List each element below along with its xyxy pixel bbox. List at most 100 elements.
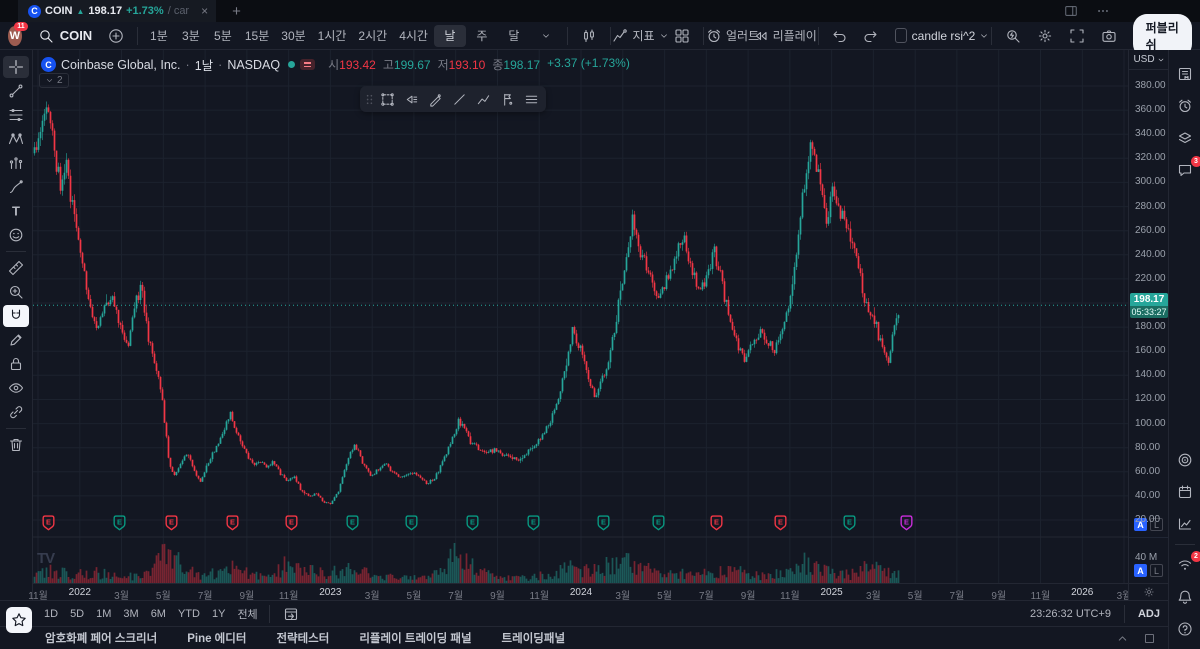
settings-button[interactable] bbox=[1029, 25, 1061, 47]
tool-crosshair[interactable] bbox=[3, 56, 29, 78]
fullscreen-button[interactable] bbox=[1061, 25, 1093, 47]
earnings-marker-icon[interactable]: E bbox=[165, 515, 178, 531]
tool-streams[interactable]: 2 bbox=[1172, 554, 1198, 576]
compare-add-button[interactable] bbox=[100, 25, 132, 47]
float-tool-marquee-select[interactable] bbox=[376, 88, 398, 110]
earnings-marker-icon[interactable]: E bbox=[42, 515, 55, 531]
layout-name-button[interactable]: candle rsi^2 bbox=[915, 25, 986, 47]
snapshot-button[interactable] bbox=[1093, 25, 1125, 47]
interval-button-10[interactable]: 주 bbox=[466, 25, 498, 47]
indicators-button[interactable]: 지표 bbox=[615, 25, 665, 47]
chevron-up-icon[interactable] bbox=[1116, 632, 1129, 645]
earnings-marker-icon[interactable]: E bbox=[774, 515, 787, 531]
clock-timezone[interactable]: 23:26:32 UTC+9 bbox=[1030, 608, 1111, 620]
log-scale-button[interactable]: L bbox=[1150, 564, 1163, 577]
time-axis[interactable]: 11월20223월5월7월9월11월20233월5월7월9월11월20243월5… bbox=[33, 583, 1128, 601]
range-button-1D[interactable]: 1D bbox=[38, 605, 64, 623]
range-button-1Y[interactable]: 1Y bbox=[206, 605, 231, 623]
earnings-marker-icon[interactable]: E bbox=[527, 515, 540, 531]
symbol-search-button[interactable]: COIN bbox=[30, 28, 101, 44]
tool-fib-retracement[interactable] bbox=[3, 104, 29, 126]
float-tool-flag-marker[interactable] bbox=[496, 88, 518, 110]
market-notice-icon[interactable] bbox=[300, 59, 315, 70]
float-tool-trend-segment[interactable] bbox=[448, 88, 470, 110]
interval-button-3[interactable]: 5분 bbox=[207, 25, 239, 47]
go-to-date-button[interactable] bbox=[275, 603, 307, 625]
float-tool-cursor-lines[interactable] bbox=[400, 88, 422, 110]
chart-pane[interactable]: C Coinbase Global, Inc. · 1날 · NASDAQ 시1… bbox=[33, 50, 1128, 583]
replay-button[interactable]: 리플레이 bbox=[757, 25, 813, 47]
footer-tab-3[interactable]: 전략테스터 bbox=[276, 630, 329, 646]
range-button-전체[interactable]: 전체 bbox=[231, 603, 263, 625]
float-tool-polyline[interactable] bbox=[472, 88, 494, 110]
interval-button-8[interactable]: 4시간 bbox=[393, 25, 434, 47]
interval-button-9[interactable]: 날 bbox=[434, 25, 466, 47]
legend-exchange[interactable]: NASDAQ bbox=[227, 58, 280, 72]
tool-scanner[interactable] bbox=[1172, 449, 1198, 471]
redo-button[interactable] bbox=[855, 25, 887, 47]
tool-layers[interactable] bbox=[1172, 127, 1198, 149]
tool-bell[interactable] bbox=[1172, 586, 1198, 608]
tool-trash[interactable] bbox=[3, 434, 29, 456]
indicator-templates-button[interactable] bbox=[666, 25, 698, 47]
legend-symbol-title[interactable]: Coinbase Global, Inc. bbox=[61, 58, 181, 72]
tool-object-link[interactable] bbox=[3, 401, 29, 423]
tool-xabcd-pattern[interactable] bbox=[3, 128, 29, 150]
float-tool-drag-handle[interactable] bbox=[364, 88, 374, 110]
tool-zoom-in[interactable] bbox=[3, 281, 29, 303]
earnings-marker-icon[interactable]: E bbox=[226, 515, 239, 531]
range-button-YTD[interactable]: YTD bbox=[172, 605, 206, 623]
interval-button-2[interactable]: 3분 bbox=[175, 25, 207, 47]
tool-forecast[interactable] bbox=[3, 152, 29, 174]
footer-tab-1[interactable]: 암호화폐 페어 스크리너 bbox=[45, 630, 157, 646]
price-axis[interactable]: USD 40 M 198.17 05:33:27 A L A L 380.003… bbox=[1128, 50, 1169, 583]
float-tool-pen[interactable] bbox=[424, 88, 446, 110]
tool-chat[interactable]: 3 bbox=[1172, 159, 1198, 181]
tool-hide-drawings[interactable] bbox=[3, 377, 29, 399]
tool-trend-line[interactable] bbox=[3, 80, 29, 102]
footer-tab-4[interactable]: 리플레이 트레이딩 패널 bbox=[359, 630, 471, 646]
earnings-marker-icon[interactable]: E bbox=[652, 515, 665, 531]
axis-settings-corner[interactable] bbox=[1128, 583, 1168, 600]
currency-dropdown[interactable]: USD bbox=[1129, 50, 1169, 70]
user-avatar[interactable]: W 11 bbox=[8, 26, 22, 46]
earnings-marker-icon[interactable]: E bbox=[346, 515, 359, 531]
tool-ruler[interactable] bbox=[3, 257, 29, 279]
earnings-marker-icon[interactable]: E bbox=[405, 515, 418, 531]
interval-button-7[interactable]: 2시간 bbox=[352, 25, 393, 47]
footer-tab-2[interactable]: Pine 에디터 bbox=[187, 630, 246, 646]
tool-calendar[interactable] bbox=[1172, 481, 1198, 503]
earnings-marker-icon[interactable]: E bbox=[113, 515, 126, 531]
browser-tab[interactable]: C COIN ▲ 198.17 +1.73% / car × bbox=[18, 0, 216, 22]
quick-search-button[interactable] bbox=[997, 25, 1029, 47]
interval-button-11[interactable]: 달 bbox=[498, 25, 530, 47]
hidden-indicators-chip[interactable]: 2 bbox=[39, 73, 69, 88]
new-tab-button[interactable]: + bbox=[232, 3, 241, 20]
footer-tab-5[interactable]: 트레이딩패널 bbox=[502, 630, 565, 646]
favorites-star-button[interactable] bbox=[6, 607, 32, 633]
expand-panel-icon[interactable] bbox=[1143, 632, 1156, 645]
layout-checkbox[interactable] bbox=[895, 28, 907, 43]
earnings-marker-icon[interactable]: E bbox=[843, 515, 856, 531]
tool-drawing-pencil[interactable] bbox=[3, 329, 29, 351]
tool-magnet[interactable] bbox=[3, 305, 29, 327]
tool-help[interactable] bbox=[1172, 618, 1198, 640]
tool-text[interactable]: T bbox=[3, 200, 29, 222]
adj-toggle[interactable]: ADJ bbox=[1138, 608, 1160, 620]
earnings-marker-icon[interactable]: E bbox=[466, 515, 479, 531]
earnings-marker-icon[interactable]: E bbox=[710, 515, 723, 531]
auto-scale-button[interactable]: A bbox=[1134, 564, 1147, 577]
range-button-5D[interactable]: 5D bbox=[64, 605, 90, 623]
tool-lock-drawings[interactable] bbox=[3, 353, 29, 375]
interval-button-4[interactable]: 15분 bbox=[239, 25, 275, 47]
range-button-6M[interactable]: 6M bbox=[145, 605, 172, 623]
tool-alert-clock[interactable] bbox=[1172, 95, 1198, 117]
earnings-marker-icon[interactable]: E bbox=[285, 515, 298, 531]
range-button-3M[interactable]: 3M bbox=[117, 605, 144, 623]
interval-button-5[interactable]: 30분 bbox=[275, 25, 311, 47]
legend-interval[interactable]: 1날 bbox=[195, 55, 213, 74]
tool-ideas[interactable] bbox=[1172, 513, 1198, 535]
tool-watchlist[interactable] bbox=[1172, 63, 1198, 85]
tool-emoji[interactable] bbox=[3, 224, 29, 246]
alert-button[interactable]: 얼러트 bbox=[708, 25, 756, 47]
